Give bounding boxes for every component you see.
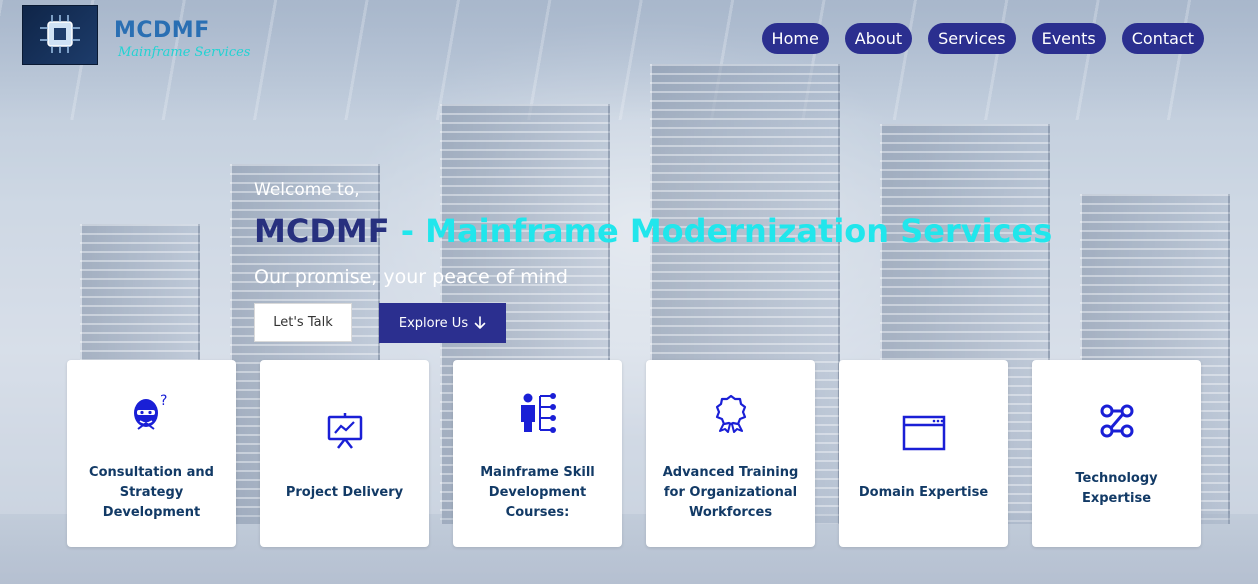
consultation-icon: ? [67, 390, 236, 436]
service-card-consultation[interactable]: ? Consultation and Strategy Development [67, 360, 236, 547]
main-nav: Home About Services Events Contact [761, 23, 1204, 54]
service-card-skill-development[interactable]: Mainframe Skill Development Courses: [453, 360, 622, 547]
arrow-down-icon [474, 316, 486, 330]
service-card-technology-expertise[interactable]: Technology Expertise [1032, 360, 1201, 547]
brand-title: MCDMF [114, 18, 210, 43]
nav-events[interactable]: Events [1031, 23, 1106, 54]
svg-text:?: ? [160, 393, 167, 409]
service-card-label: Technology Expertise [1075, 470, 1158, 506]
service-card-label: Project Delivery [285, 484, 404, 500]
hero-title: MCDMF - Mainframe Modernization Services [254, 212, 1052, 250]
chip-logo-icon [40, 15, 80, 53]
service-card-label: Consultation and Strategy Development [89, 464, 214, 520]
presentation-chart-icon [260, 408, 429, 454]
nav-home[interactable]: Home [761, 23, 829, 54]
nav-services[interactable]: Services [928, 23, 1016, 54]
skill-tree-icon [453, 390, 622, 436]
brand-subtitle: Mainframe Services [118, 45, 251, 60]
nav-about[interactable]: About [844, 23, 913, 54]
browser-window-icon [839, 410, 1008, 456]
service-cards: ? Consultation and Strategy Development … [67, 360, 1201, 547]
service-card-advanced-training[interactable]: Advanced Training for Organizational Wor… [646, 360, 815, 547]
workflow-icon [1032, 398, 1201, 444]
hero-tagline: Our promise, your peace of mind [254, 266, 568, 288]
hero-welcome: Welcome to, [254, 180, 360, 200]
lets-talk-button[interactable]: Let's Talk [254, 303, 352, 342]
hero-title-rest: - Mainframe Modernization Services [389, 212, 1053, 250]
nav-contact[interactable]: Contact [1121, 23, 1204, 54]
lets-talk-label: Let's Talk [273, 315, 333, 330]
hero-title-brand: MCDMF [254, 212, 390, 250]
service-card-domain-expertise[interactable]: Domain Expertise [839, 360, 1008, 547]
service-card-label: Advanced Training for Organizational Wor… [662, 464, 799, 520]
explore-us-button[interactable]: Explore Us [379, 303, 506, 343]
explore-us-label: Explore Us [398, 315, 469, 331]
service-card-label: Mainframe Skill Development Courses: [480, 464, 595, 520]
service-card-label: Domain Expertise [858, 484, 989, 500]
logo[interactable] [22, 5, 98, 65]
award-ribbon-icon [646, 390, 815, 436]
service-card-project-delivery[interactable]: Project Delivery [260, 360, 429, 547]
